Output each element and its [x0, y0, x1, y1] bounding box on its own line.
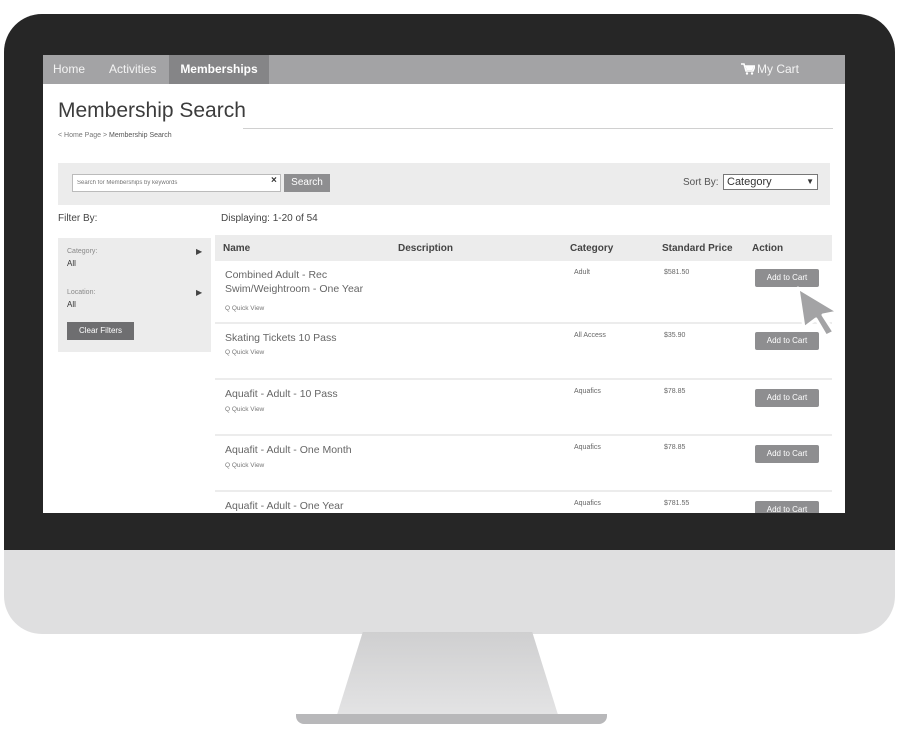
my-cart-label: My Cart	[757, 62, 799, 76]
filter-panel: Category: All ▶ Location: All ▶ Clear Fi…	[58, 238, 211, 352]
column-header-category[interactable]: Category	[570, 243, 613, 254]
chevron-right-icon[interactable]: ▶	[196, 288, 202, 297]
breadcrumb: < Home Page > Membership Search	[58, 132, 172, 139]
table-row: Aquafit - Adult - One Month Aquafics $78…	[215, 436, 832, 492]
nav-item-home[interactable]: Home	[53, 55, 85, 84]
screen: Home Activities Memberships My Cart Memb…	[43, 55, 845, 513]
filter-location-label[interactable]: Location:	[67, 289, 95, 296]
results-count: Displaying: 1-20 of 54	[221, 213, 318, 224]
top-navigation: Home Activities Memberships My Cart	[43, 55, 845, 84]
page-title: Membership Search	[58, 99, 246, 122]
membership-category: All Access	[574, 332, 606, 339]
search-input[interactable]	[72, 174, 281, 192]
membership-price: $781.55	[664, 500, 690, 507]
add-to-cart-button[interactable]: Add to Cart	[755, 501, 819, 513]
column-header-action: Action	[752, 243, 784, 254]
sort-by-select[interactable]: Category ▼	[723, 174, 818, 190]
nav-item-activities[interactable]: Activities	[109, 55, 156, 84]
clear-filters-button[interactable]: Clear Filters	[67, 322, 134, 340]
breadcrumb-current: Membership Search	[108, 132, 172, 139]
search-bar: × Search Sort By: Category ▼	[58, 163, 830, 205]
search-button[interactable]: Search	[284, 174, 330, 192]
membership-price: $78.85	[664, 388, 686, 395]
membership-name[interactable]: Combined Adult - Rec Swim/Weightroom - O…	[225, 268, 395, 296]
membership-name[interactable]: Aquafit - Adult - 10 Pass	[225, 387, 395, 401]
membership-category: Aquafics	[574, 444, 601, 451]
membership-name[interactable]: Aquafit - Adult - One Year	[225, 499, 395, 513]
membership-price: $78.85	[664, 444, 686, 451]
filter-location-value: All	[67, 300, 76, 309]
membership-category: Aquafics	[574, 500, 601, 507]
results-table-header: Name Description Category Standard Price…	[215, 235, 832, 261]
quick-view-link[interactable]: Q Quick View	[225, 305, 264, 312]
membership-price: $35.90	[664, 332, 686, 339]
quick-view-link[interactable]: Q Quick View	[225, 406, 264, 413]
membership-name[interactable]: Aquafit - Adult - One Month	[225, 443, 395, 457]
nav-item-memberships[interactable]: Memberships	[169, 55, 269, 84]
quick-view-link[interactable]: Q Quick View	[225, 349, 264, 356]
monitor-stand-base	[296, 714, 607, 724]
membership-name[interactable]: Skating Tickets 10 Pass	[225, 331, 395, 345]
chevron-right-icon[interactable]: ▶	[196, 247, 202, 256]
quick-view-link[interactable]: Q Quick View	[225, 462, 264, 469]
sort-by-label: Sort By:	[683, 177, 719, 188]
table-row: Combined Adult - Rec Swim/Weightroom - O…	[215, 261, 832, 324]
filter-category-label[interactable]: Category:	[67, 248, 97, 255]
column-header-name[interactable]: Name	[223, 243, 250, 254]
mouse-pointer-icon	[796, 286, 840, 338]
membership-category: Aquafics	[574, 388, 601, 395]
membership-category: Adult	[574, 269, 590, 276]
clear-search-icon[interactable]: ×	[271, 175, 277, 186]
filter-by-heading: Filter By:	[58, 213, 98, 224]
filter-category-value: All	[67, 259, 76, 268]
chevron-down-icon: ▼	[806, 177, 814, 186]
table-row: Skating Tickets 10 Pass All Access $35.9…	[215, 324, 832, 380]
membership-price: $581.50	[664, 269, 690, 276]
table-row: Aquafit - Adult - One Year Aquafics $781…	[215, 492, 832, 513]
my-cart-link[interactable]: My Cart	[741, 55, 799, 84]
table-row: Aquafit - Adult - 10 Pass Aquafics $78.8…	[215, 380, 832, 436]
add-to-cart-button[interactable]: Add to Cart	[755, 445, 819, 463]
sort-by-value: Category	[727, 176, 772, 188]
title-divider	[243, 128, 833, 129]
breadcrumb-home-link[interactable]: < Home Page >	[58, 132, 107, 139]
column-header-description[interactable]: Description	[398, 243, 453, 254]
monitor-stand	[336, 632, 559, 718]
shopping-cart-icon	[741, 63, 755, 75]
column-header-standard-price[interactable]: Standard Price	[662, 243, 733, 254]
add-to-cart-button[interactable]: Add to Cart	[755, 389, 819, 407]
